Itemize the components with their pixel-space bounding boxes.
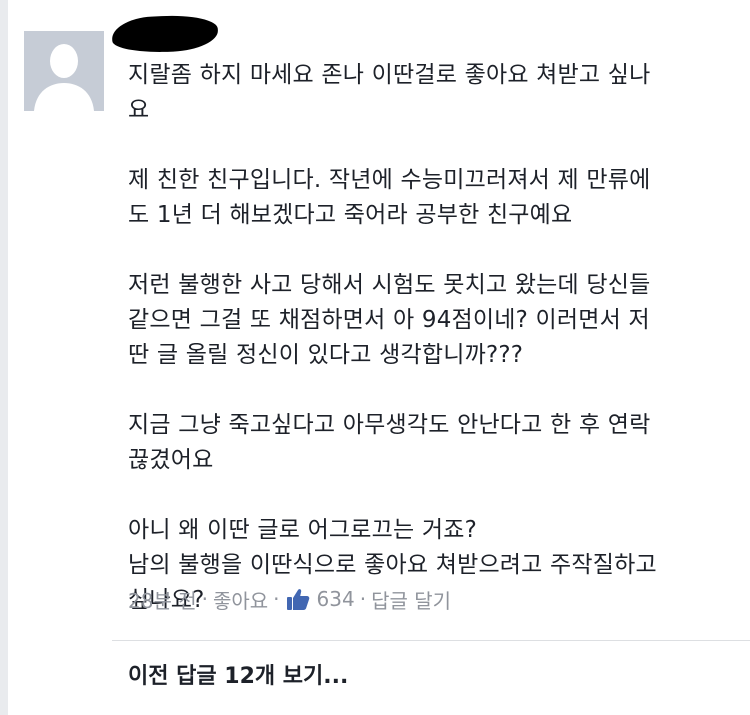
comment-thread: 지랄좀 하지 마세요 존나 이딴걸로 좋아요 쳐받고 싶나 요 제 친한 친구입… <box>0 0 750 715</box>
divider <box>112 640 750 641</box>
like-button[interactable]: 좋아요 <box>213 585 268 614</box>
thread-indent-strip <box>0 0 8 715</box>
thumbs-up-icon[interactable] <box>285 586 311 612</box>
comment-paragraph: 지금 그냥 죽고싶다고 아무생각도 안난다고 한 후 연락 끊겼어요 <box>128 412 651 473</box>
comment-paragraph: 저런 불행한 사고 당해서 시험도 못치고 왔는데 당신들 같으면 그걸 또 채… <box>128 272 651 368</box>
view-previous-replies-link[interactable]: 이전 답글 12개 보기... <box>128 658 348 690</box>
avatar[interactable] <box>24 31 104 111</box>
default-profile-silhouette-icon <box>24 31 104 111</box>
comment-text: 지랄좀 하지 마세요 존나 이딴걸로 좋아요 쳐받고 싶나 요 제 친한 친구입… <box>128 58 728 618</box>
author-name-redacted[interactable] <box>111 13 219 55</box>
comment-meta: 28분 전 · 좋아요 · 634 · 답글 달기 <box>128 583 451 615</box>
meta-separator: · <box>359 587 367 611</box>
reply-button[interactable]: 답글 달기 <box>371 585 451 614</box>
comment-timestamp[interactable]: 28분 전 <box>128 585 197 614</box>
like-count[interactable]: 634 <box>317 587 355 611</box>
comment-paragraph: 지랄좀 하지 마세요 존나 이딴걸로 좋아요 쳐받고 싶나 요 <box>128 62 651 123</box>
comment-paragraph: 제 친한 친구입니다. 작년에 수능미끄러져서 제 만류에 도 1년 더 해보겠… <box>128 167 651 228</box>
meta-separator: · <box>201 587 208 611</box>
meta-separator: · <box>273 587 280 611</box>
